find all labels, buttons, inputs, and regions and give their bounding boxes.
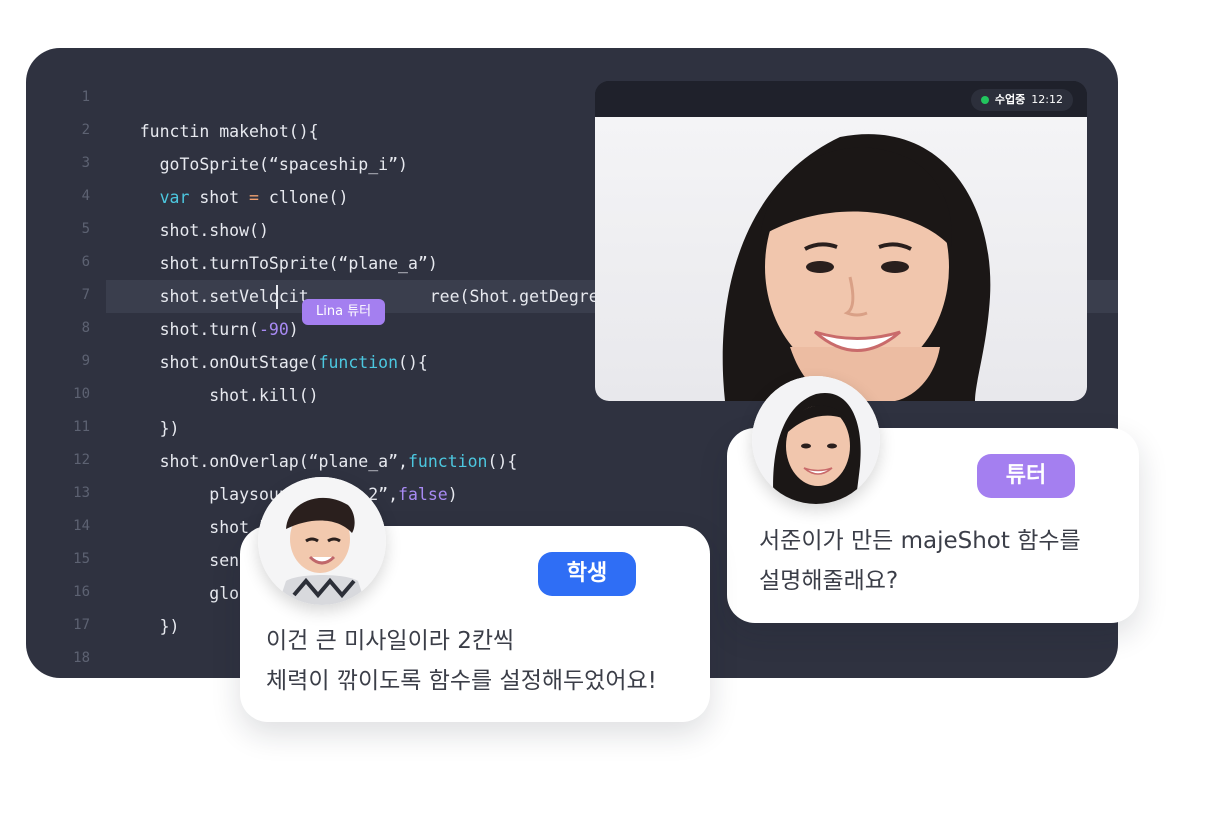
line-number: 8 — [81, 320, 90, 336]
code-line-5: shot.turnToSprite(“plane_a”) — [100, 214, 438, 273]
student-avatar — [258, 477, 386, 605]
line-number: 10 — [73, 386, 90, 402]
code-keyword: function — [318, 353, 399, 372]
tutor-badge: 튜터 — [977, 454, 1075, 498]
line-number: 5 — [81, 221, 90, 237]
collaborator-caret-label: Lina 튜터 — [302, 299, 386, 325]
line-number: 17 — [73, 617, 90, 633]
tutor-message-line: 서준이가 만든 majeShot 함수를 — [759, 528, 1081, 554]
tutor-avatar-portrait-icon — [752, 376, 880, 504]
call-time: 12:12 — [1031, 93, 1063, 106]
line-number: 4 — [81, 188, 90, 204]
line-number: 1 — [81, 89, 90, 105]
live-status-label: 수업중 — [994, 93, 1026, 106]
code-line-1: functin makehot(){ — [100, 82, 319, 141]
code-line-7: shot.turn(-90) — [100, 280, 299, 339]
code-text: cllone() — [258, 188, 349, 207]
video-top-bar: 수업중 12:12 — [595, 81, 1087, 117]
student-badge: 학생 — [538, 552, 636, 596]
student-message-line: 체력이 깎이도록 함수를 설정해두었어요! — [266, 668, 657, 694]
student-avatar-portrait-icon — [258, 477, 386, 605]
line-number: 13 — [73, 485, 90, 501]
code-line-11: shot.onOverlap(“plane_a”,function(){ — [100, 412, 518, 471]
student-message-line: 이건 큰 미사일이라 2칸씩 — [266, 628, 515, 654]
code-line-2: goToSprite(“spaceship_i”) — [100, 115, 408, 174]
code-line-3: var shot = cllone() — [100, 148, 349, 207]
line-number: 9 — [81, 353, 90, 369]
line-number: 18 — [73, 650, 90, 666]
line-number: 16 — [73, 584, 90, 600]
live-status-pill: 수업중 12:12 — [970, 89, 1073, 111]
code-line-9: shot.kill() — [100, 346, 318, 405]
text-cursor-icon — [276, 285, 278, 309]
tutor-portrait-icon — [722, 134, 991, 401]
code-text: (){ — [398, 353, 428, 372]
line-number: 7 — [81, 287, 90, 303]
line-number: 11 — [73, 419, 90, 435]
tutor-avatar — [752, 376, 880, 504]
live-status-dot-icon — [980, 96, 989, 104]
code-line-10: }) — [100, 379, 180, 438]
code-line-4: shot.show() — [100, 181, 269, 240]
video-call-window[interactable]: 수업중 12:12 — [595, 81, 1087, 401]
code-line-6: shot.setVelocit — [100, 247, 309, 306]
line-number: 3 — [81, 155, 90, 171]
tutor-message-line: 설명해줄래요? — [759, 568, 899, 594]
line-number: 6 — [81, 254, 90, 270]
line-number: 2 — [81, 122, 90, 138]
code-literal: false — [398, 485, 448, 504]
code-line-12: playsound(“shot_2”,false) — [100, 445, 457, 504]
code-text: }) — [139, 617, 180, 636]
code-text: ) — [447, 485, 458, 504]
line-number: 15 — [73, 551, 90, 567]
line-number: 12 — [73, 452, 90, 468]
code-line-16: }) — [100, 577, 180, 636]
line-number: 14 — [73, 518, 90, 534]
tutor-video-feed — [595, 117, 1087, 401]
code-text: (){ — [487, 452, 518, 471]
